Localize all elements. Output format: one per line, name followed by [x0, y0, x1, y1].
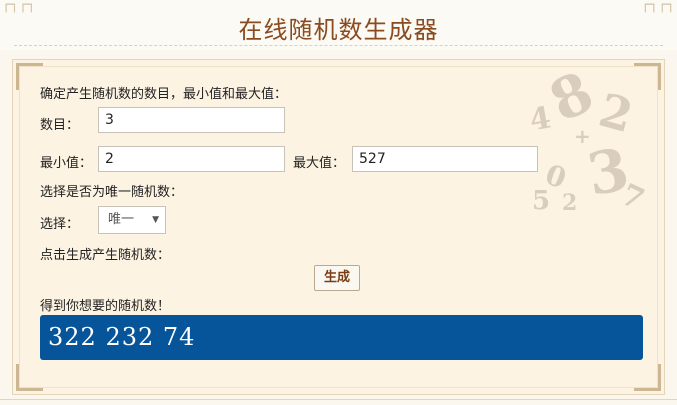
generate-prompt: 点击生成产生随机数：: [40, 248, 171, 263]
min-label: 最小值：: [40, 156, 93, 171]
max-label: 最大值：: [293, 156, 346, 171]
select-label: 选择：: [40, 217, 80, 232]
header-divider: [14, 45, 663, 46]
frame-corner-icon: [634, 364, 661, 391]
result-display: 322 232 74: [40, 315, 643, 360]
footer-divider: [0, 399, 677, 400]
max-input[interactable]: 527: [352, 146, 538, 172]
intro-label: 确定产生随机数的数目，最小值和最大值：: [40, 87, 288, 102]
min-input[interactable]: 2: [98, 146, 285, 172]
frame-corner-icon: [16, 63, 43, 90]
result-prompt: 得到你想要的随机数！: [40, 299, 171, 314]
unique-select[interactable]: 唯一 ▼: [98, 206, 166, 234]
count-label: 数目：: [40, 118, 80, 133]
frame-corner-icon: [634, 63, 661, 90]
unique-select-value: 唯一: [108, 212, 135, 227]
frame-corner-icon: [16, 364, 43, 391]
chevron-down-icon: ▼: [152, 215, 159, 225]
page-title: 在线随机数生成器: [238, 16, 439, 44]
unique-prompt: 选择是否为唯一随机数：: [40, 185, 184, 200]
count-input[interactable]: 3: [98, 107, 285, 133]
page-header: ┌┐┌┐ ┌┐┌┐ 在线随机数生成器: [0, 0, 677, 50]
generate-button[interactable]: 生成: [314, 265, 360, 291]
